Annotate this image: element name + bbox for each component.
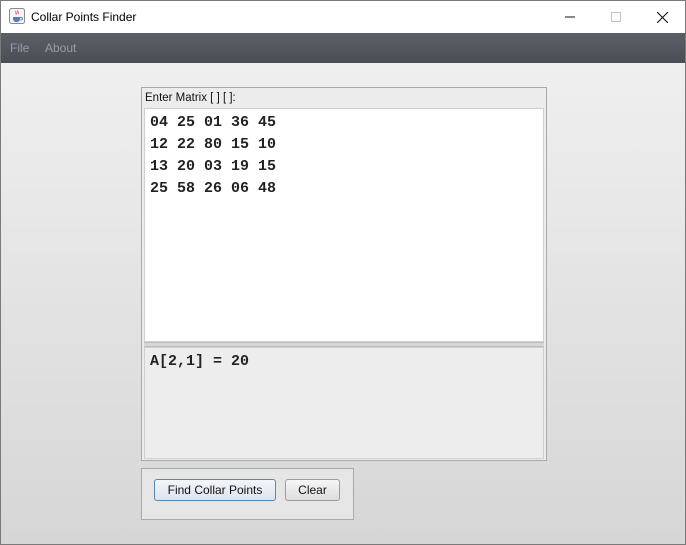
close-icon [656, 11, 668, 23]
minimize-icon [565, 16, 575, 18]
menu-bar: File About [1, 33, 685, 63]
title-bar: Collar Points Finder [1, 1, 685, 33]
content-area: Enter Matrix [ ] [ ]: 04 25 01 36 45 12 … [1, 63, 685, 544]
button-panel: Find Collar Points Clear [141, 468, 354, 520]
close-button[interactable] [639, 1, 685, 33]
matrix-label: Enter Matrix [ ] [ ]: [145, 92, 236, 104]
clear-button[interactable]: Clear [285, 479, 340, 501]
maximize-icon [611, 12, 621, 22]
menu-about[interactable]: About [45, 41, 76, 55]
matrix-row: 12 22 80 15 10 [150, 136, 277, 153]
matrix-panel: Enter Matrix [ ] [ ]: 04 25 01 36 45 12 … [141, 87, 547, 461]
maximize-button[interactable] [593, 1, 639, 33]
matrix-row: 04 25 01 36 45 [150, 114, 277, 131]
matrix-row: 25 58 26 06 48 [150, 180, 277, 197]
minimize-button[interactable] [547, 1, 593, 33]
matrix-input[interactable]: 04 25 01 36 45 12 22 80 15 10 13 20 03 1… [144, 108, 544, 342]
menu-file[interactable]: File [10, 41, 29, 55]
app-window: Collar Points Finder File About Enter Ma… [0, 0, 686, 545]
find-collar-points-button[interactable]: Find Collar Points [154, 479, 276, 501]
window-title: Collar Points Finder [31, 10, 137, 24]
result-output: A[2,1] = 20 [144, 347, 544, 459]
matrix-row: 13 20 03 19 15 [150, 158, 277, 175]
result-text: A[2,1] = 20 [150, 353, 250, 370]
java-cup-icon [9, 8, 25, 24]
